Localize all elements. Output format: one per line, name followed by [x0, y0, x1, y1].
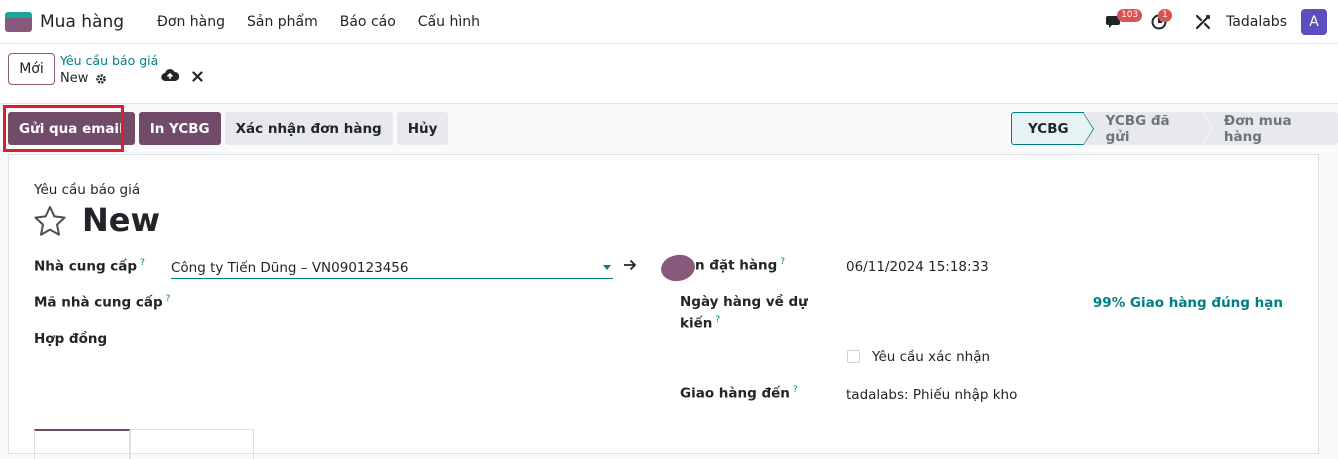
app-name[interactable]: Mua hàng — [40, 12, 124, 32]
arrow-right-icon[interactable] — [623, 259, 637, 271]
activities-badge: 1 — [1158, 8, 1172, 22]
stage-rfq-sent[interactable]: YCBG đã gửi — [1083, 111, 1213, 145]
top-navbar: Mua hàng Đơn hàng Sản phẩm Báo cáo Cấu h… — [0, 0, 1338, 44]
messages-button[interactable]: 103 — [1100, 7, 1143, 37]
save-cloud-icon[interactable] — [161, 68, 179, 82]
vendor-value: Công ty Tiến Dũng – VN090123456 — [171, 259, 409, 276]
help-mark: ? — [140, 258, 145, 268]
cursor-blob — [659, 252, 697, 284]
ask-confirmation-label: Yêu cầu xác nhận — [872, 349, 991, 365]
vendor-label-text: Nhà cung cấp — [34, 258, 138, 275]
expected-arrival-label-2: kiến? — [680, 315, 720, 332]
messages-badge: 103 — [1117, 8, 1143, 22]
vendor-label: Nhà cung cấp? — [34, 258, 145, 275]
vendor-field[interactable]: Công ty Tiến Dũng – VN090123456 — [171, 257, 613, 279]
stage-purchase-order[interactable]: Đơn mua hàng — [1201, 112, 1338, 145]
order-deadline-label-text: n đặt hàng — [695, 257, 778, 274]
menu-item-products[interactable]: Sản phẩm — [236, 14, 329, 30]
deliver-to-label-text: Giao hàng đến — [680, 385, 790, 402]
page-title: New — [82, 201, 161, 239]
tab-products[interactable] — [34, 429, 130, 459]
cancel-button[interactable]: Hủy — [396, 112, 449, 145]
menu-item-configuration[interactable]: Cấu hình — [407, 14, 491, 30]
stage-rfq-label: YCBG — [1028, 120, 1069, 137]
print-rfq-button[interactable]: In YCBG — [138, 112, 221, 145]
breadcrumb-current: New — [60, 71, 107, 86]
user-avatar[interactable]: A — [1301, 8, 1327, 35]
contract-label: Hợp đồng — [34, 331, 108, 347]
notebook-tabs — [34, 429, 254, 459]
confirm-order-button[interactable]: Xác nhận đơn hàng — [224, 112, 393, 145]
caret-down-icon[interactable] — [603, 265, 611, 270]
stage-rfq-sent-label: YCBG đã gửi — [1105, 112, 1170, 145]
main-menu: Đơn hàng Sản phẩm Báo cáo Cấu hình — [146, 14, 491, 30]
tools-icon — [1195, 14, 1211, 29]
breadcrumb-current-label: New — [60, 71, 89, 86]
company-switcher[interactable]: Tadalabs — [1226, 14, 1287, 30]
breadcrumb-parent[interactable]: Yêu cầu báo giá — [60, 53, 158, 68]
status-bar: YCBG YCBG đã gửi Đơn mua hàng — [1011, 111, 1338, 146]
new-button[interactable]: Mới — [8, 53, 55, 85]
ask-confirmation-checkbox[interactable] — [847, 350, 860, 363]
tools-button[interactable] — [1188, 7, 1218, 37]
expected-arrival-label-2-text: kiến — [680, 315, 713, 332]
menu-item-reports[interactable]: Báo cáo — [329, 14, 407, 30]
stage-purchase-order-label: Đơn mua hàng — [1223, 112, 1292, 145]
help-mark: ? — [792, 385, 798, 395]
help-mark: ? — [715, 315, 721, 325]
activities-button[interactable]: 1 — [1144, 7, 1174, 37]
deliver-to-label: Giao hàng đến? — [680, 385, 798, 402]
discard-icon[interactable] — [192, 71, 203, 82]
stage-rfq[interactable]: YCBG — [1011, 112, 1094, 146]
gear-icon[interactable] — [95, 73, 107, 85]
app-menu-icon[interactable] — [5, 11, 32, 32]
document-type-label: Yêu cầu báo giá — [34, 182, 141, 198]
help-mark: ? — [780, 257, 786, 267]
highlight-box — [3, 105, 124, 152]
on-time-rate: 99% Giao hàng đúng hạn — [1092, 295, 1283, 311]
menu-item-orders[interactable]: Đơn hàng — [146, 14, 236, 30]
form-sheet: Yêu cầu báo giá New Nhà cung cấp? Công t… — [8, 154, 1319, 459]
vendor-reference-label: Mã nhà cung cấp? — [34, 294, 170, 311]
expected-arrival-label-1: Ngày hàng về dự — [680, 294, 808, 310]
order-deadline-value[interactable]: 06/11/2024 15:18:33 — [846, 259, 989, 275]
order-deadline-label: n đặt hàng? — [695, 257, 785, 274]
help-mark: ? — [165, 294, 171, 304]
star-icon[interactable] — [33, 205, 67, 237]
deliver-to-value[interactable]: tadalabs: Phiếu nhập kho — [846, 387, 1017, 403]
vendor-reference-label-text: Mã nhà cung cấp — [34, 294, 163, 311]
tab-other-info[interactable] — [130, 429, 254, 459]
control-panel: Mới Yêu cầu báo giá New — [0, 44, 1338, 104]
